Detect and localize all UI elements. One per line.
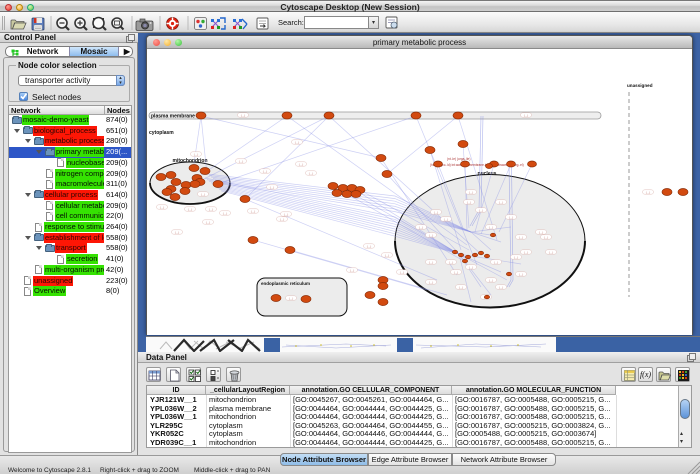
svg-text:(...): (...)	[270, 185, 275, 189]
svg-text:(...): (...)	[280, 217, 285, 221]
svg-text:(...): (...)	[241, 113, 246, 117]
svg-text:(...): (...)	[646, 190, 651, 194]
svg-text:(...): (...)	[201, 192, 206, 196]
svg-text:(...): (...)	[479, 208, 484, 212]
svg-text:(...): (...)	[469, 265, 474, 269]
svg-text:(nt..le) (orga..lle): (nt..le) (orga..lle)	[447, 157, 470, 161]
svg-text:(...): (...)	[549, 250, 554, 254]
svg-text:nucleus: nucleus	[478, 171, 497, 177]
svg-text:(...): (...)	[467, 200, 472, 204]
svg-text:(...): (...)	[206, 220, 211, 224]
svg-text:(...): (...)	[284, 212, 289, 216]
svg-text:(...): (...)	[419, 225, 424, 229]
svg-text:(...): (...)	[489, 225, 494, 229]
svg-text:cytoplasm: cytoplasm	[149, 130, 174, 136]
svg-text:(...): (...)	[509, 215, 514, 219]
svg-text:(...): (...)	[309, 171, 314, 175]
svg-text:(...): (...)	[514, 255, 519, 259]
svg-text:unassigned: unassigned	[627, 83, 653, 88]
svg-text:(...): (...)	[519, 235, 524, 239]
svg-text:(...): (...)	[429, 260, 434, 264]
svg-text:(...): (...)	[494, 260, 499, 264]
svg-text:(...): (...)	[289, 296, 294, 300]
svg-text:mitochondrion: mitochondrion	[173, 158, 208, 164]
svg-text:(...): (...)	[367, 244, 372, 248]
svg-text:(...): (...)	[434, 210, 439, 214]
svg-text:(...): (...)	[263, 169, 268, 173]
svg-text:(...): (...)	[295, 140, 300, 144]
svg-text:(...): (...)	[209, 207, 214, 211]
svg-text:(...): (...)	[524, 113, 529, 117]
svg-text:(...): (...)	[429, 233, 434, 237]
svg-text:(...): (...)	[444, 217, 449, 221]
svg-text:(...): (...)	[385, 253, 390, 257]
svg-text:(...): (...)	[239, 159, 244, 163]
svg-text:(...): (...)	[544, 235, 549, 239]
svg-text:(...): (...)	[539, 230, 544, 234]
svg-text:(...): (...)	[251, 209, 256, 213]
svg-text:endoplasmic reticulum: endoplasmic reticulum	[261, 281, 310, 286]
svg-text:(...): (...)	[449, 260, 454, 264]
svg-text:(...): (...)	[160, 205, 165, 209]
svg-text:(...): (...)	[499, 200, 504, 204]
svg-text:(...): (...)	[459, 285, 464, 289]
svg-text:(...): (...)	[524, 250, 529, 254]
svg-text:(...): (...)	[299, 162, 304, 166]
svg-text:(...): (...)	[499, 285, 504, 289]
svg-text:(...): (...)	[400, 270, 405, 274]
svg-text:(...): (...)	[188, 207, 193, 211]
svg-text:(...): (...)	[429, 280, 434, 284]
svg-text:(...): (...)	[175, 230, 180, 234]
svg-text:(...): (...)	[489, 278, 494, 282]
svg-text:(...): (...)	[519, 272, 524, 276]
svg-text:(...): (...)	[454, 270, 459, 274]
svg-text:(...): (...)	[223, 211, 228, 215]
svg-text:(...): (...)	[194, 152, 199, 156]
svg-text:(...): (...)	[469, 190, 474, 194]
svg-text:(...): (...)	[350, 268, 355, 272]
svg-text:plasma membrane: plasma membrane	[151, 114, 195, 120]
